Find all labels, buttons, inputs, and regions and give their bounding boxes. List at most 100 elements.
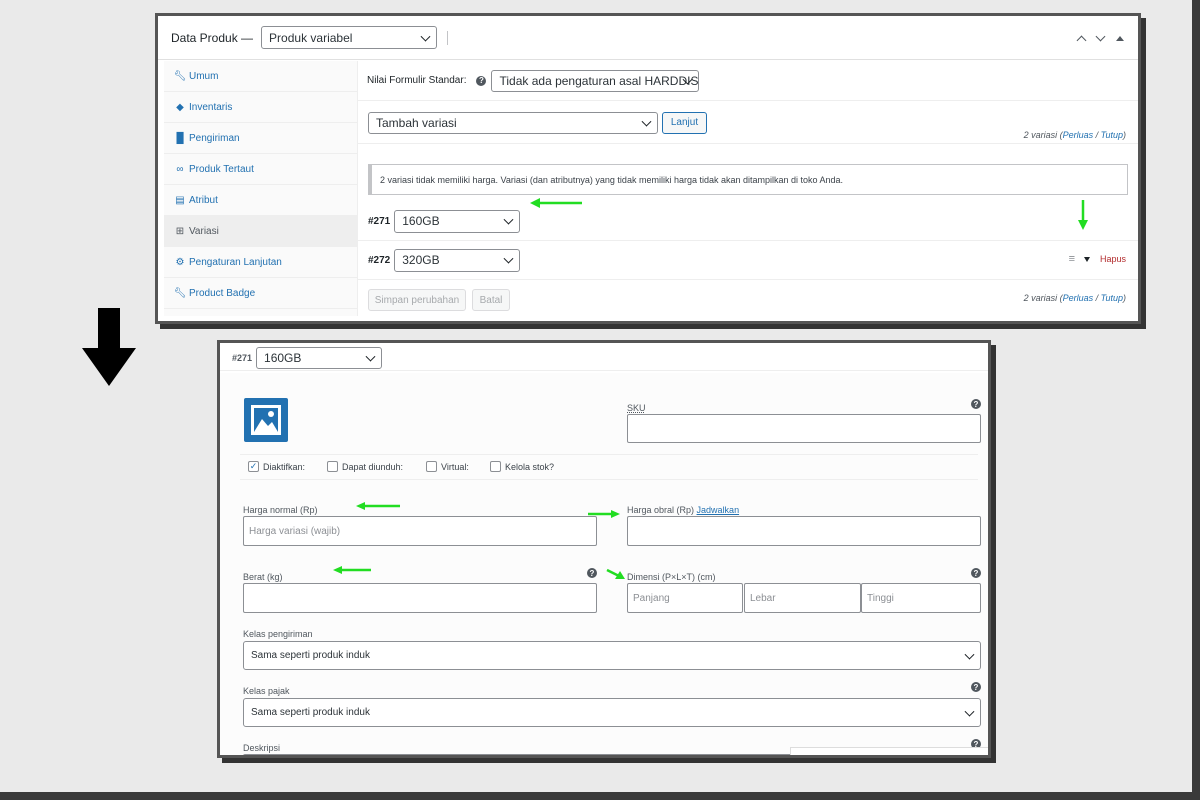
move-up-icon[interactable] [1076,35,1087,46]
tab-general[interactable]: 🔧︎ Umum [164,61,357,92]
tab-label: Variasi [189,225,219,237]
chevron-down-icon [503,253,514,264]
sku-label: SKU [627,403,646,413]
tab-product-badge[interactable]: 🔧︎ Product Badge [164,278,357,309]
tab-variations[interactable]: ⊞ Variasi [164,216,357,247]
help-icon[interactable]: ? [476,75,487,86]
wrench-icon: 🔧︎ [173,287,187,299]
expand-link[interactable]: Perluas [1063,293,1094,303]
help-icon[interactable]: ? [971,568,981,578]
tab-inventory[interactable]: ◆ Inventaris [164,92,357,123]
checkbox-label: Kelola stok? [505,461,555,472]
schedule-link[interactable]: Jadwalkan [697,505,740,515]
chevron-down-icon [503,214,514,225]
regular-price-input[interactable]: Harga variasi (wajib) [243,516,597,546]
default-form-row: Nilai Formulir Standar: ? Tidak ada peng… [358,61,1138,101]
expand-link[interactable]: Perluas [1063,130,1094,140]
width-input[interactable]: Lebar [744,583,861,613]
checkbox-label: Diaktifkan: [263,461,306,472]
variation-count: 2 variasi (Perluas / Tutup) [1024,130,1126,140]
chevron-down-icon [420,31,431,42]
drag-handle-icon[interactable]: ≡ [1069,253,1076,265]
help-icon[interactable]: ? [971,399,981,409]
variation-attribute-select[interactable]: 160GB [256,346,383,369]
annotation-arrow-down [1078,200,1088,230]
checkbox-box [490,461,501,472]
annotation-arrow-right [606,568,625,579]
close-link[interactable]: Tutup [1101,293,1123,303]
height-input[interactable]: Tinggi [861,583,981,613]
variations-content: Nilai Formulir Standar: ? Tidak ada peng… [358,61,1138,321]
checkbox-label: Dapat diunduh: [342,461,404,472]
expand-toggle-icon[interactable] [1083,256,1090,262]
variation-row-272: #272 320GB [358,247,1138,273]
help-icon[interactable]: ? [587,568,597,578]
collapse-toggle-icon[interactable] [1116,35,1124,41]
manage-stock-checkbox[interactable]: Kelola stok? [490,461,554,472]
variation-image-upload[interactable] [244,398,288,442]
shipping-class-value: Sama seperti produk induk [251,650,370,661]
length-input[interactable]: Panjang [627,583,743,613]
variation-attribute-value: 320GB [402,253,440,267]
tab-label: Pengaturan Lanjutan [189,256,282,268]
help-icon[interactable]: ? [971,682,981,692]
variation-attribute-select[interactable]: 320GB [394,248,521,272]
variation-actions: ≡ Hapus [1069,253,1126,265]
remove-link[interactable]: Hapus [1100,254,1126,264]
paren-close: ) [1123,130,1126,140]
add-variation-value: Tambah variasi [376,115,457,130]
tab-attributes[interactable]: ▤ Atribut [164,185,357,216]
tab-shipping[interactable]: █ Pengiriman [164,123,357,154]
chevron-down-icon [365,351,376,362]
weight-label: Berat (kg) [243,572,283,582]
variation-id: #271 [368,215,391,227]
add-variation-row: Tambah variasi Lanjut [358,102,1138,144]
chevron-down-icon [964,706,975,717]
tooltip-box [790,747,988,755]
sku-input[interactable] [627,414,981,443]
image-icon [251,405,281,435]
add-variation-select[interactable]: Tambah variasi [368,111,658,134]
tax-class-select[interactable]: Sama seperti produk induk [243,698,981,727]
panel-controls [1076,16,1124,60]
product-data-tabs: 🔧︎ Umum ◆ Inventaris █ Pengiriman ∞ Produk T… [164,61,358,316]
checkbox-box [327,461,338,472]
close-link[interactable]: Tutup [1101,130,1123,140]
move-down-icon[interactable] [1095,31,1106,42]
go-button[interactable]: Lanjut [662,111,707,134]
save-row: Simpan perubahan Batal [358,289,1138,311]
cancel-button[interactable]: Batal [472,289,510,311]
downloadable-checkbox[interactable]: Dapat diunduh: [327,461,403,472]
checkbox-label: Virtual: [441,461,469,472]
dimensions-label: Dimensi (P×L×T) (cm) [627,572,716,582]
variation-detail-panel: #271 160GB SKU ? ✓ Diaktifkan: Dapat diu… [217,340,991,758]
product-type-select[interactable]: Produk variabel [261,26,438,49]
tab-label: Product Badge [189,287,256,299]
weight-input[interactable] [243,583,597,613]
shipping-class-select[interactable]: Sama seperti produk induk [243,641,981,670]
variation-id: #272 [368,254,391,266]
variation-row-271: #271 160GB [358,208,1138,234]
sale-price-input[interactable] [627,516,981,546]
divider [240,454,978,455]
product-data-panel: Data Produk — Produk variabel 🔧︎ Umum ◆ In… [155,13,1141,324]
panel-header: Data Produk — Produk variabel [158,16,1138,60]
virtual-checkbox[interactable]: Virtual: [426,461,469,472]
wrench-icon: 🔧︎ [173,70,187,82]
separator: / [1093,293,1101,303]
tax-class-label: Kelas pajak [243,686,290,696]
sale-price-label: Harga obral (Rp) Jadwalkan [627,505,739,515]
default-form-select[interactable]: Tidak ada pengaturan asal HARDDISK... [491,69,700,92]
annotation-arrow-left [530,198,582,208]
save-changes-button[interactable]: Simpan perubahan [368,289,466,311]
enabled-checkbox[interactable]: ✓ Diaktifkan: [248,461,305,472]
link-icon: ∞ [176,163,184,175]
annotation-arrow-left [333,566,371,574]
tab-advanced[interactable]: ⚙ Pengaturan Lanjutan [164,247,357,278]
panel-title: Data Produk — [171,30,254,45]
separator: / [1093,130,1101,140]
tab-linked-products[interactable]: ∞ Produk Tertaut [164,154,357,185]
checkmark-icon: ✓ [248,461,259,472]
variation-id: #271 [232,352,253,363]
variation-attribute-select[interactable]: 160GB [394,209,521,233]
